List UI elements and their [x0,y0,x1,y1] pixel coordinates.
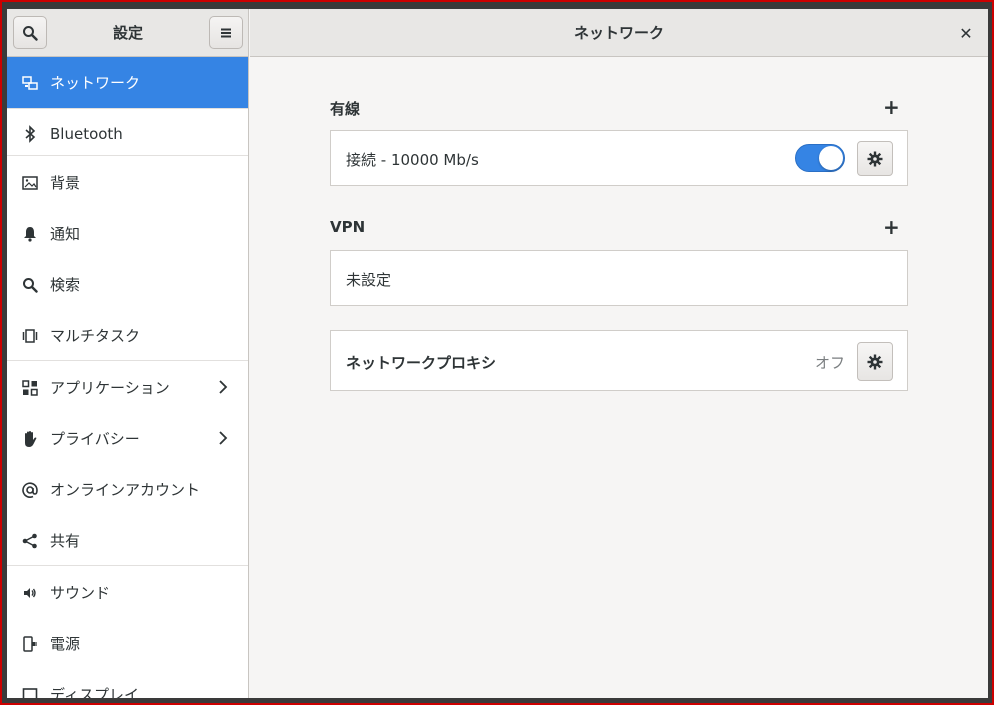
proxy-status-text: オフ [815,354,846,372]
multitask-icon [21,327,39,345]
hamburger-menu-icon [221,28,231,37]
sidebar-header: 設定 [7,9,249,57]
settings-window: 設定 ネットワーク ✕ ネットワーク Bluetooth 背景 通知 検索 マル… [7,9,988,698]
content-header: ネットワーク ✕ [250,9,988,57]
search-icon [21,276,39,294]
sidebar-item-power[interactable]: 電源 [7,618,248,669]
plus-icon: + [883,95,900,119]
hand-icon [21,430,39,448]
wired-connection-label: 接続 - 10000 Mb/s [346,151,479,169]
add-wired-button[interactable]: + [883,97,900,117]
power-plug-icon [21,635,39,653]
apps-grid-icon [21,379,39,397]
divider [7,565,248,566]
sidebar-item-label: ディスプレイ [50,686,139,698]
wired-settings-button[interactable] [857,141,893,176]
sidebar-item-display[interactable]: ディスプレイ [7,669,248,698]
share-icon [21,532,39,550]
chevron-right-icon [219,431,228,445]
close-icon: ✕ [959,23,973,43]
sidebar-item-sharing[interactable]: 共有 [7,515,248,566]
sidebar-item-label: ネットワーク [50,74,141,92]
wired-section-title: 有線 [330,100,361,118]
sidebar-item-search[interactable]: 検索 [7,259,248,310]
wired-toggle-switch[interactable] [795,144,845,172]
divider [7,360,248,361]
plus-icon: + [883,215,900,239]
divider [7,155,248,156]
sidebar-item-label: オンラインアカウント [50,481,201,499]
sidebar-item-label: 検索 [50,276,81,294]
proxy-settings-button[interactable] [857,342,893,381]
sidebar-item-label: 通知 [50,225,81,243]
gear-icon [867,151,883,166]
window-frame: 設定 ネットワーク ✕ ネットワーク Bluetooth 背景 通知 検索 マル… [0,0,994,705]
sidebar-item-applications[interactable]: アプリケーション [7,362,248,413]
bell-icon [21,225,39,243]
network-proxy-label: ネットワークプロキシ [346,354,497,372]
sidebar: ネットワーク Bluetooth 背景 通知 検索 マルチタスク アプリケーショ… [7,57,249,698]
page-title: ネットワーク [573,24,664,42]
speaker-icon [21,584,39,602]
wired-connection-row: 接続 - 10000 Mb/s [330,130,908,186]
sidebar-item-label: プライバシー [50,430,140,448]
main-menu-button[interactable] [209,16,243,49]
sidebar-item-bluetooth[interactable]: Bluetooth [7,108,248,159]
toggle-knob [819,146,843,170]
sidebar-item-label: マルチタスク [50,327,141,345]
sidebar-item-label: 電源 [50,635,81,653]
sidebar-item-multitasking[interactable]: マルチタスク [7,310,248,361]
add-vpn-button[interactable]: + [883,217,900,237]
chevron-right-icon [219,380,228,394]
sidebar-item-label: 背景 [50,174,81,192]
bluetooth-icon [21,124,39,143]
network-icon [21,74,39,92]
network-proxy-row[interactable]: ネットワークプロキシ オフ [330,330,908,391]
at-icon [21,481,39,499]
sidebar-item-network[interactable]: ネットワーク [7,57,248,108]
sidebar-item-sound[interactable]: サウンド [7,567,248,618]
sidebar-item-label: サウンド [50,584,111,602]
display-icon [21,686,39,698]
close-button[interactable]: ✕ [954,21,978,45]
sidebar-item-online-accounts[interactable]: オンラインアカウント [7,464,248,515]
background-icon [21,174,39,192]
sidebar-title: 設定 [112,24,143,42]
sidebar-item-background[interactable]: 背景 [7,157,248,208]
sidebar-item-label: 共有 [50,532,81,550]
sidebar-item-notifications[interactable]: 通知 [7,208,248,259]
sidebar-item-label: アプリケーション [50,379,170,397]
vpn-row: 未設定 [330,250,908,306]
search-button[interactable] [13,16,47,49]
search-icon [23,25,38,41]
sidebar-item-label: Bluetooth [50,124,123,143]
vpn-section-title: VPN [330,218,366,236]
gear-icon [867,354,883,369]
sidebar-item-privacy[interactable]: プライバシー [7,413,248,464]
vpn-status-label: 未設定 [346,271,392,289]
